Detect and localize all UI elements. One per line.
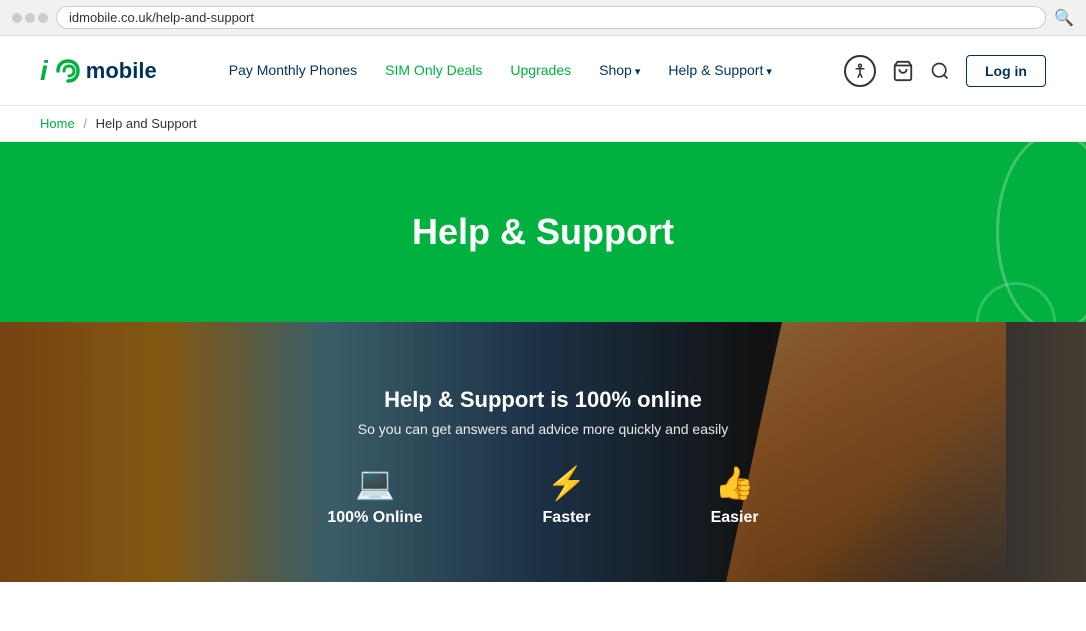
phone-hand-overlay bbox=[726, 322, 1006, 582]
search-button[interactable] bbox=[930, 61, 950, 81]
nav-shop[interactable]: Shop bbox=[599, 62, 640, 78]
address-bar: idmobile.co.uk/help-and-support 🔍 bbox=[0, 0, 1086, 36]
online-subtext: So you can get answers and advice more q… bbox=[358, 421, 728, 437]
nav-pay-monthly[interactable]: Pay Monthly Phones bbox=[229, 62, 357, 78]
login-button[interactable]: Log in bbox=[966, 55, 1046, 87]
photo-section: Help & Support is 100% online So you can… bbox=[0, 322, 1086, 582]
browser-search-icon[interactable]: 🔍 bbox=[1054, 8, 1074, 28]
online-label: 100% Online bbox=[327, 509, 422, 527]
address-input[interactable]: idmobile.co.uk/help-and-support bbox=[56, 6, 1046, 29]
logo-text: mobile bbox=[86, 58, 157, 84]
features-row: 💻 100% Online ⚡ Faster 👍 Easier bbox=[327, 467, 758, 527]
feature-faster: ⚡ Faster bbox=[543, 467, 591, 527]
logo[interactable]: i mobile bbox=[40, 55, 157, 87]
feature-easier: 👍 Easier bbox=[711, 467, 759, 527]
breadcrumb-home[interactable]: Home bbox=[40, 116, 75, 131]
main-nav: Pay Monthly Phones SIM Only Deals Upgrad… bbox=[229, 62, 772, 80]
faster-label: Faster bbox=[543, 509, 591, 527]
cart-button[interactable] bbox=[892, 60, 914, 82]
faster-icon: ⚡ bbox=[547, 467, 587, 499]
site-header: i mobile Pay Monthly Phones SIM Only Dea… bbox=[0, 36, 1086, 106]
breadcrumb-separator: / bbox=[83, 116, 87, 131]
nav-upgrades[interactable]: Upgrades bbox=[510, 62, 571, 78]
easier-label: Easier bbox=[711, 509, 759, 527]
breadcrumb-current: Help and Support bbox=[96, 116, 197, 131]
photo-overlay-text: Help & Support is 100% online So you can… bbox=[358, 387, 728, 437]
online-headline: Help & Support is 100% online bbox=[358, 387, 728, 413]
nav-sim-only[interactable]: SIM Only Deals bbox=[385, 62, 482, 78]
nav-actions: Log in bbox=[844, 55, 1046, 87]
browser-dots bbox=[12, 13, 48, 23]
hero-title: Help & Support bbox=[412, 211, 674, 253]
logo-i-letter: i bbox=[40, 55, 48, 87]
feature-online: 💻 100% Online bbox=[327, 467, 422, 527]
easier-icon: 👍 bbox=[715, 467, 755, 499]
online-icon: 💻 bbox=[355, 467, 395, 499]
nav-help-support[interactable]: Help & Support bbox=[668, 62, 772, 78]
breadcrumb: Home / Help and Support bbox=[0, 106, 1086, 142]
hero-banner: Help & Support bbox=[0, 142, 1086, 322]
accessibility-icon[interactable] bbox=[844, 55, 876, 87]
logo-swirl-icon bbox=[50, 57, 82, 85]
